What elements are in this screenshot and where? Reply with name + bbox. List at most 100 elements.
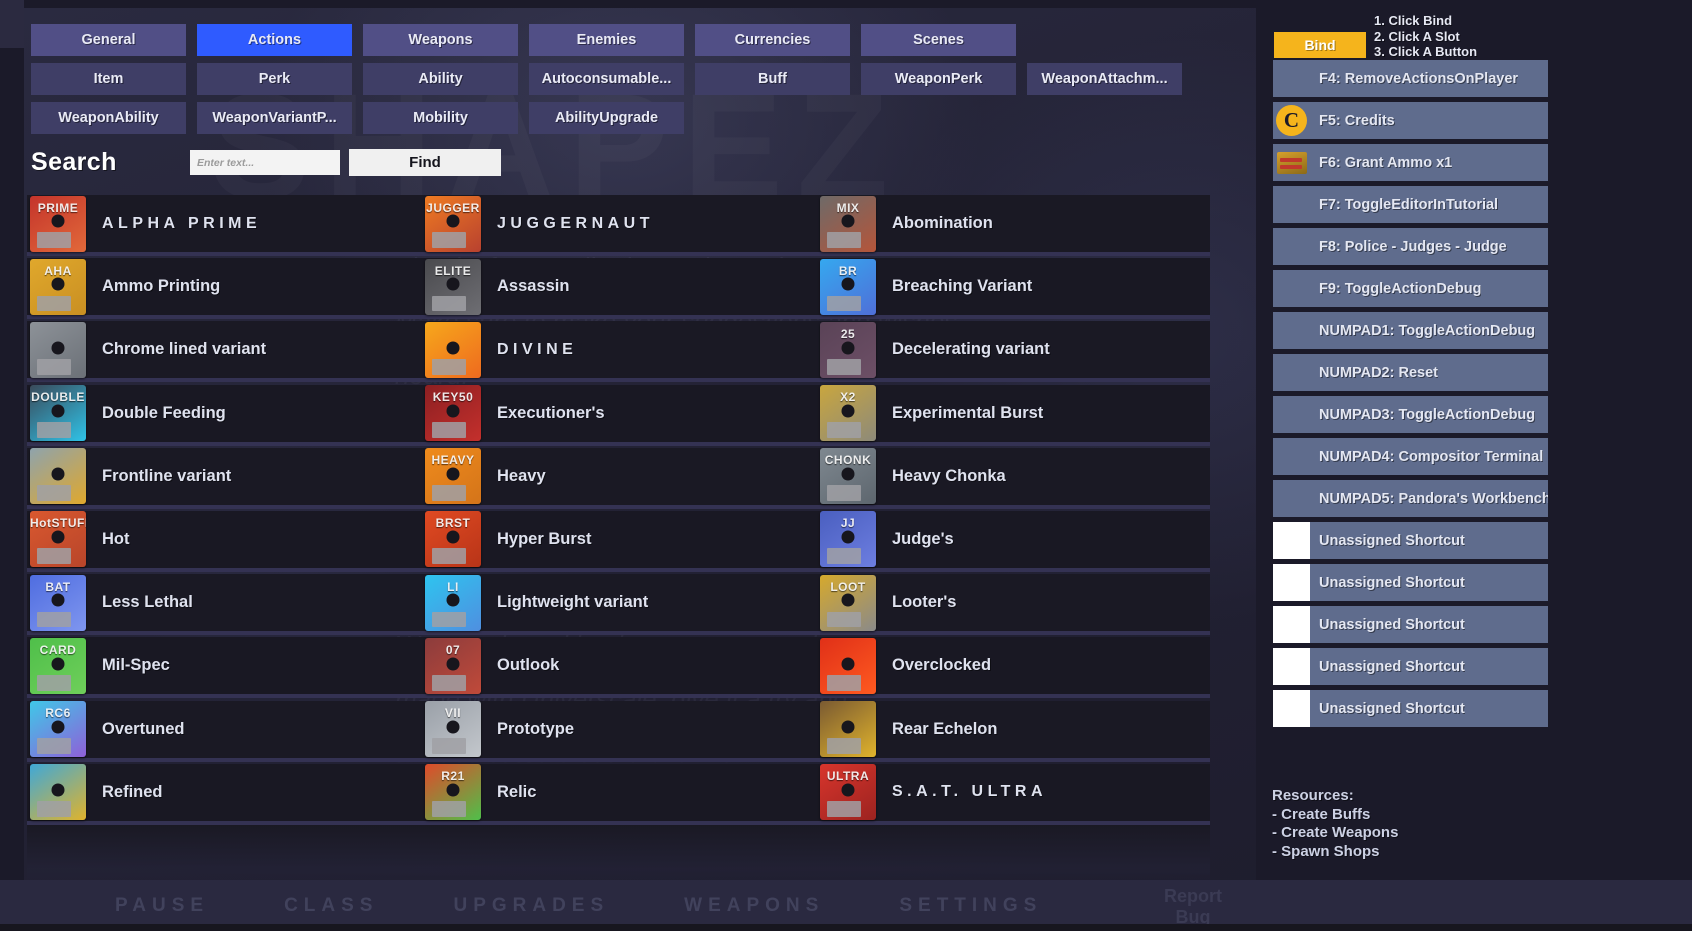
tab-mobility[interactable]: Mobility bbox=[363, 102, 518, 134]
list-item-label: Ammo Printing bbox=[102, 277, 221, 296]
tab-autoconsumable[interactable]: Autoconsumable... bbox=[529, 63, 684, 95]
list-item[interactable]: BR Breaching Variant bbox=[817, 258, 1210, 320]
item-thumbnail-icon: JUGGER bbox=[425, 195, 481, 252]
keybind-row[interactable]: NUMPAD5: Pandora's Workbench bbox=[1273, 480, 1548, 517]
ammo-glyph bbox=[1277, 152, 1307, 174]
list-item-label: Lightweight variant bbox=[497, 593, 649, 612]
list-item[interactable]: LI Lightweight variant bbox=[422, 574, 817, 636]
keybind-row[interactable]: Unassigned Shortcut bbox=[1273, 522, 1548, 559]
keybind-row[interactable]: NUMPAD3: ToggleActionDebug bbox=[1273, 396, 1548, 433]
item-thumbnail-icon: R21 bbox=[425, 764, 481, 821]
list-item[interactable]: CHONK Heavy Chonka bbox=[817, 447, 1210, 509]
keybind-label: F5: Credits bbox=[1319, 112, 1395, 129]
list-item-label: Frontline variant bbox=[102, 466, 232, 485]
list-item[interactable]: KEY50 Executioner's bbox=[422, 384, 817, 446]
tab-row-secondary: Item Perk Ability Autoconsumable... Buff Weap… bbox=[31, 63, 1182, 95]
item-thumbnail-icon: MIX bbox=[820, 195, 876, 252]
keybind-row[interactable]: F6: Grant Ammo x1 bbox=[1273, 144, 1548, 181]
bind-instruction-line: 3. Click A Button bbox=[1374, 44, 1478, 59]
list-item[interactable]: CARD Mil-Spec bbox=[27, 637, 422, 699]
list-item[interactable]: VII Prototype bbox=[422, 700, 817, 762]
tab-scenes[interactable]: Scenes bbox=[861, 24, 1016, 56]
keybind-row[interactable]: F4: RemoveActionsOnPlayer bbox=[1273, 60, 1548, 97]
tab-item[interactable]: Item bbox=[31, 63, 186, 95]
list-item[interactable]: RC6 Overtuned bbox=[27, 700, 422, 762]
keybind-row[interactable]: NUMPAD2: Reset bbox=[1273, 354, 1548, 391]
empty-slot-icon bbox=[1273, 522, 1310, 559]
tab-weaponperk[interactable]: WeaponPerk bbox=[861, 63, 1016, 95]
tab-ability[interactable]: Ability bbox=[363, 63, 518, 95]
search-label: Search bbox=[31, 148, 117, 176]
list-item[interactable]: Rear Echelon bbox=[817, 700, 1210, 762]
tab-actions[interactable]: Actions bbox=[197, 24, 352, 56]
report-bug-line: Report bbox=[1164, 886, 1222, 906]
keybind-row[interactable]: F9: ToggleActionDebug bbox=[1273, 270, 1548, 307]
list-item[interactable]: ELITE Assassin bbox=[422, 258, 817, 320]
bottom-nav-item-pause[interactable]: PAUSE bbox=[115, 895, 209, 917]
keybind-row[interactable]: Unassigned Shortcut bbox=[1273, 564, 1548, 601]
item-thumbnail-icon: DOUBLE bbox=[30, 385, 86, 442]
list-item[interactable]: BAT Less Lethal bbox=[27, 574, 422, 636]
list-item[interactable]: 07 Outlook bbox=[422, 637, 817, 699]
list-item[interactable]: BRST Hyper Burst bbox=[422, 510, 817, 572]
keybind-row[interactable]: Unassigned Shortcut bbox=[1273, 648, 1548, 685]
report-bug-button[interactable]: Report Bug bbox=[1138, 886, 1248, 928]
list-item[interactable]: AHA Ammo Printing bbox=[27, 258, 422, 320]
keybind-label: Unassigned Shortcut bbox=[1319, 658, 1465, 675]
list-item-label: Decelerating variant bbox=[892, 340, 1050, 359]
list-item-label: Overclocked bbox=[892, 656, 992, 675]
bottom-nav-item-weapons[interactable]: WEAPONS bbox=[684, 895, 824, 917]
item-thumbnail-icon: RC6 bbox=[30, 701, 86, 758]
list-scrollbar-track[interactable] bbox=[1216, 195, 1228, 830]
keybind-label: F8: Police - Judges - Judge bbox=[1319, 238, 1507, 255]
list-item[interactable]: JJ Judge's bbox=[817, 510, 1210, 572]
list-item[interactable]: X2 Experimental Burst bbox=[817, 384, 1210, 446]
list-item[interactable]: JUGGER JUGGERNAUT bbox=[422, 195, 817, 256]
list-item[interactable]: DIVINE bbox=[422, 321, 817, 383]
item-thumbnail-icon bbox=[425, 321, 481, 378]
tab-weapons[interactable]: Weapons bbox=[363, 24, 518, 56]
list-item[interactable]: ULTRA S.A.T. ULTRA bbox=[817, 763, 1210, 825]
keybind-row[interactable]: Unassigned Shortcut bbox=[1273, 606, 1548, 643]
tab-weaponvariantp[interactable]: WeaponVariantP... bbox=[197, 102, 352, 134]
list-item-label: Breaching Variant bbox=[892, 277, 1033, 296]
tab-general[interactable]: General bbox=[31, 24, 186, 56]
tab-abilityupgrade[interactable]: AbilityUpgrade bbox=[529, 102, 684, 134]
keybind-row[interactable]: C F5: Credits bbox=[1273, 102, 1548, 139]
item-thumbnail-icon: ELITE bbox=[425, 258, 481, 315]
list-item[interactable]: HEAVY Heavy bbox=[422, 447, 817, 509]
list-item[interactable]: DOUBLE Double Feeding bbox=[27, 384, 422, 446]
tab-weaponability[interactable]: WeaponAbility bbox=[31, 102, 186, 134]
list-item-label: Experimental Burst bbox=[892, 403, 1044, 422]
keybind-row[interactable]: F8: Police - Judges - Judge bbox=[1273, 228, 1548, 265]
keybind-row[interactable]: NUMPAD1: ToggleActionDebug bbox=[1273, 312, 1548, 349]
bottom-nav-item-settings[interactable]: SETTINGS bbox=[899, 895, 1042, 917]
list-item[interactable]: MIX Abomination bbox=[817, 195, 1210, 256]
list-item[interactable]: LOOT Looter's bbox=[817, 574, 1210, 636]
keybind-row[interactable]: Unassigned Shortcut bbox=[1273, 690, 1548, 727]
list-item[interactable]: Frontline variant bbox=[27, 447, 422, 509]
bottom-nav-item-class[interactable]: CLASS bbox=[284, 895, 378, 917]
tab-currencies[interactable]: Currencies bbox=[695, 24, 850, 56]
search-input[interactable] bbox=[190, 150, 340, 175]
left-edge-strip-top bbox=[0, 0, 24, 48]
keybind-row[interactable]: NUMPAD4: Compositor Terminal bbox=[1273, 438, 1548, 475]
list-item[interactable]: Refined bbox=[27, 763, 422, 825]
list-item[interactable]: 25 Decelerating variant bbox=[817, 321, 1210, 383]
bottom-nav-item-upgrades[interactable]: UPGRADES bbox=[453, 895, 609, 917]
bind-instruction-line: 1. Click Bind bbox=[1374, 13, 1453, 28]
tab-enemies[interactable]: Enemies bbox=[529, 24, 684, 56]
left-edge-strip bbox=[0, 0, 24, 931]
list-item[interactable]: R21 Relic bbox=[422, 763, 817, 825]
keybind-label: NUMPAD5: Pandora's Workbench bbox=[1319, 490, 1548, 507]
find-button[interactable]: Find bbox=[349, 149, 501, 176]
list-item[interactable]: Chrome lined variant bbox=[27, 321, 422, 383]
bind-button[interactable]: Bind bbox=[1274, 32, 1366, 58]
keybind-row[interactable]: F7: ToggleEditorInTutorial bbox=[1273, 186, 1548, 223]
tab-buff[interactable]: Buff bbox=[695, 63, 850, 95]
tab-weaponattachm[interactable]: WeaponAttachm... bbox=[1027, 63, 1182, 95]
list-item[interactable]: Overclocked bbox=[817, 637, 1210, 699]
list-item[interactable]: PRIME ALPHA PRIME bbox=[27, 195, 422, 256]
tab-perk[interactable]: Perk bbox=[197, 63, 352, 95]
list-item[interactable]: HotSTUFF Hot bbox=[27, 510, 422, 572]
